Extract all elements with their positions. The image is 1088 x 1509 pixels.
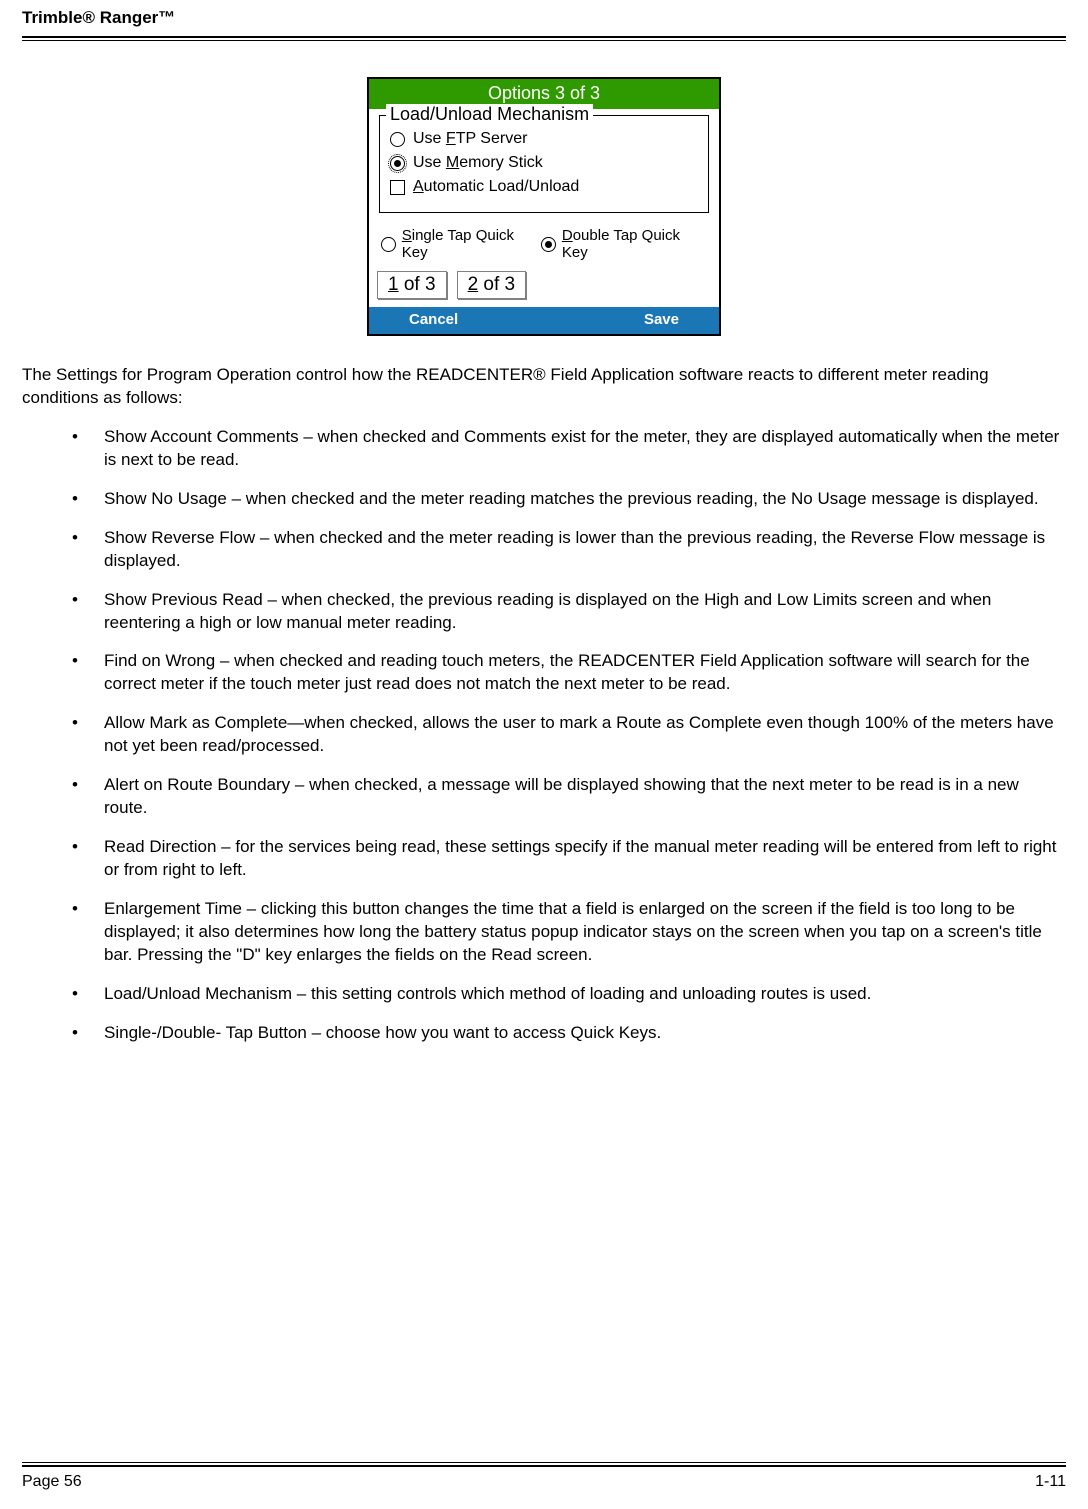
option-auto-load-unload[interactable]: Automatic Load/Unload xyxy=(390,178,698,196)
checkbox-icon xyxy=(390,180,405,195)
option-ftp-server[interactable]: Use FTP Server xyxy=(390,130,698,148)
list-item: Allow Mark as Complete—when checked, all… xyxy=(72,712,1066,758)
option-label: Automatic Load/Unload xyxy=(413,178,579,196)
list-item: Show Account Comments – when checked and… xyxy=(72,426,1066,472)
footer-page-right: 1-11 xyxy=(1035,1473,1066,1491)
list-item: Read Direction – for the services being … xyxy=(72,836,1066,882)
list-item: Show Previous Read – when checked, the p… xyxy=(72,589,1066,635)
load-unload-group: Load/Unload Mechanism Use FTP Server Use… xyxy=(379,115,709,213)
list-item: Alert on Route Boundary – when checked, … xyxy=(72,774,1066,820)
option-single-tap[interactable]: Single Tap Quick Key xyxy=(381,227,541,261)
doc-header-title: Trimble® Ranger™ xyxy=(22,8,1066,32)
group-legend: Load/Unload Mechanism xyxy=(386,104,593,125)
radio-icon xyxy=(390,156,405,171)
option-memory-stick[interactable]: Use Memory Stick xyxy=(390,154,698,172)
list-item: Show Reverse Flow – when checked and the… xyxy=(72,527,1066,573)
cancel-button[interactable]: Cancel xyxy=(409,311,458,328)
tab-2-of-3[interactable]: 2 of 3 xyxy=(457,271,527,299)
options-dialog: Options 3 of 3 Load/Unload Mechanism Use… xyxy=(367,77,721,336)
save-button[interactable]: Save xyxy=(644,311,679,328)
header-rule xyxy=(22,36,1066,41)
option-label: Use Memory Stick xyxy=(413,154,543,172)
settings-bullet-list: Show Account Comments – when checked and… xyxy=(22,426,1066,1045)
list-item: Enlargement Time – clicking this button … xyxy=(72,898,1066,967)
option-label: Double Tap Quick Key xyxy=(562,227,707,261)
option-label: Single Tap Quick Key xyxy=(402,227,541,261)
list-item: Load/Unload Mechanism – this setting con… xyxy=(72,983,1066,1006)
intro-paragraph: The Settings for Program Operation contr… xyxy=(22,364,1066,410)
tab-1-of-3[interactable]: 1 of 3 xyxy=(377,271,447,299)
radio-icon xyxy=(390,132,405,147)
list-item: Single-/Double- Tap Button – choose how … xyxy=(72,1022,1066,1045)
page-footer: Page 56 1-11 xyxy=(22,1462,1066,1491)
footer-page-left: Page 56 xyxy=(22,1473,82,1491)
option-label: Use FTP Server xyxy=(413,130,527,148)
list-item: Find on Wrong – when checked and reading… xyxy=(72,650,1066,696)
list-item: Show No Usage – when checked and the met… xyxy=(72,488,1066,511)
radio-icon xyxy=(381,237,396,252)
option-double-tap[interactable]: Double Tap Quick Key xyxy=(541,227,707,261)
radio-icon xyxy=(541,237,556,252)
